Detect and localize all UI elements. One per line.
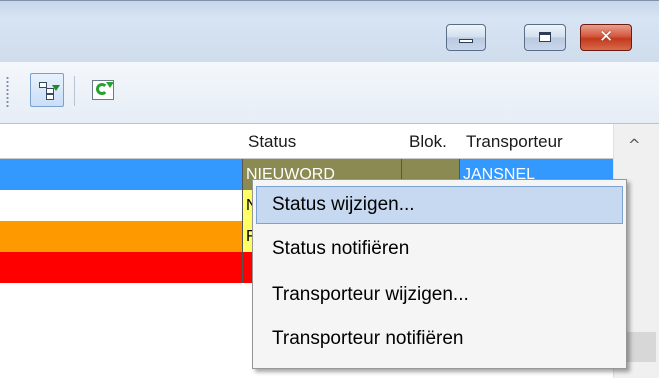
toolbar-separator bbox=[74, 76, 75, 106]
column-header-blok[interactable]: Blok. bbox=[409, 132, 447, 152]
tree-view-button[interactable] bbox=[30, 73, 64, 107]
menu-item-transporteur-notifieren[interactable]: Transporteur notifiëren bbox=[256, 320, 623, 358]
column-header-status[interactable]: Status bbox=[248, 132, 296, 152]
application-window: ✕ Status Blok. Transporteur NIEUWORD JAN… bbox=[0, 0, 659, 378]
grid-header: Status Blok. Transporteur bbox=[0, 124, 613, 159]
title-bar: ✕ bbox=[0, 0, 659, 62]
context-menu: Status wijzigen... Status notifiëren Tra… bbox=[252, 179, 627, 369]
refresh-icon bbox=[92, 80, 114, 100]
menu-item-status-notifieren[interactable]: Status notifiëren bbox=[256, 230, 623, 268]
toolbar-grip-handle[interactable] bbox=[6, 76, 9, 108]
refresh-button[interactable] bbox=[86, 73, 120, 107]
toolbar bbox=[0, 62, 659, 124]
column-header-transporteur[interactable]: Transporteur bbox=[466, 132, 563, 152]
menu-item-transporteur-wijzigen[interactable]: Transporteur wijzigen... bbox=[256, 276, 623, 314]
menu-item-status-wijzigen[interactable]: Status wijzigen... bbox=[256, 186, 623, 224]
maximize-button[interactable] bbox=[524, 24, 566, 51]
minimize-button[interactable] bbox=[446, 24, 486, 51]
scroll-up-arrow-icon[interactable]: ^ bbox=[628, 136, 641, 154]
minimize-icon bbox=[459, 39, 473, 43]
maximize-icon bbox=[539, 32, 551, 42]
close-icon: ✕ bbox=[599, 27, 614, 47]
tree-view-icon bbox=[39, 82, 60, 100]
close-button[interactable]: ✕ bbox=[580, 24, 632, 51]
